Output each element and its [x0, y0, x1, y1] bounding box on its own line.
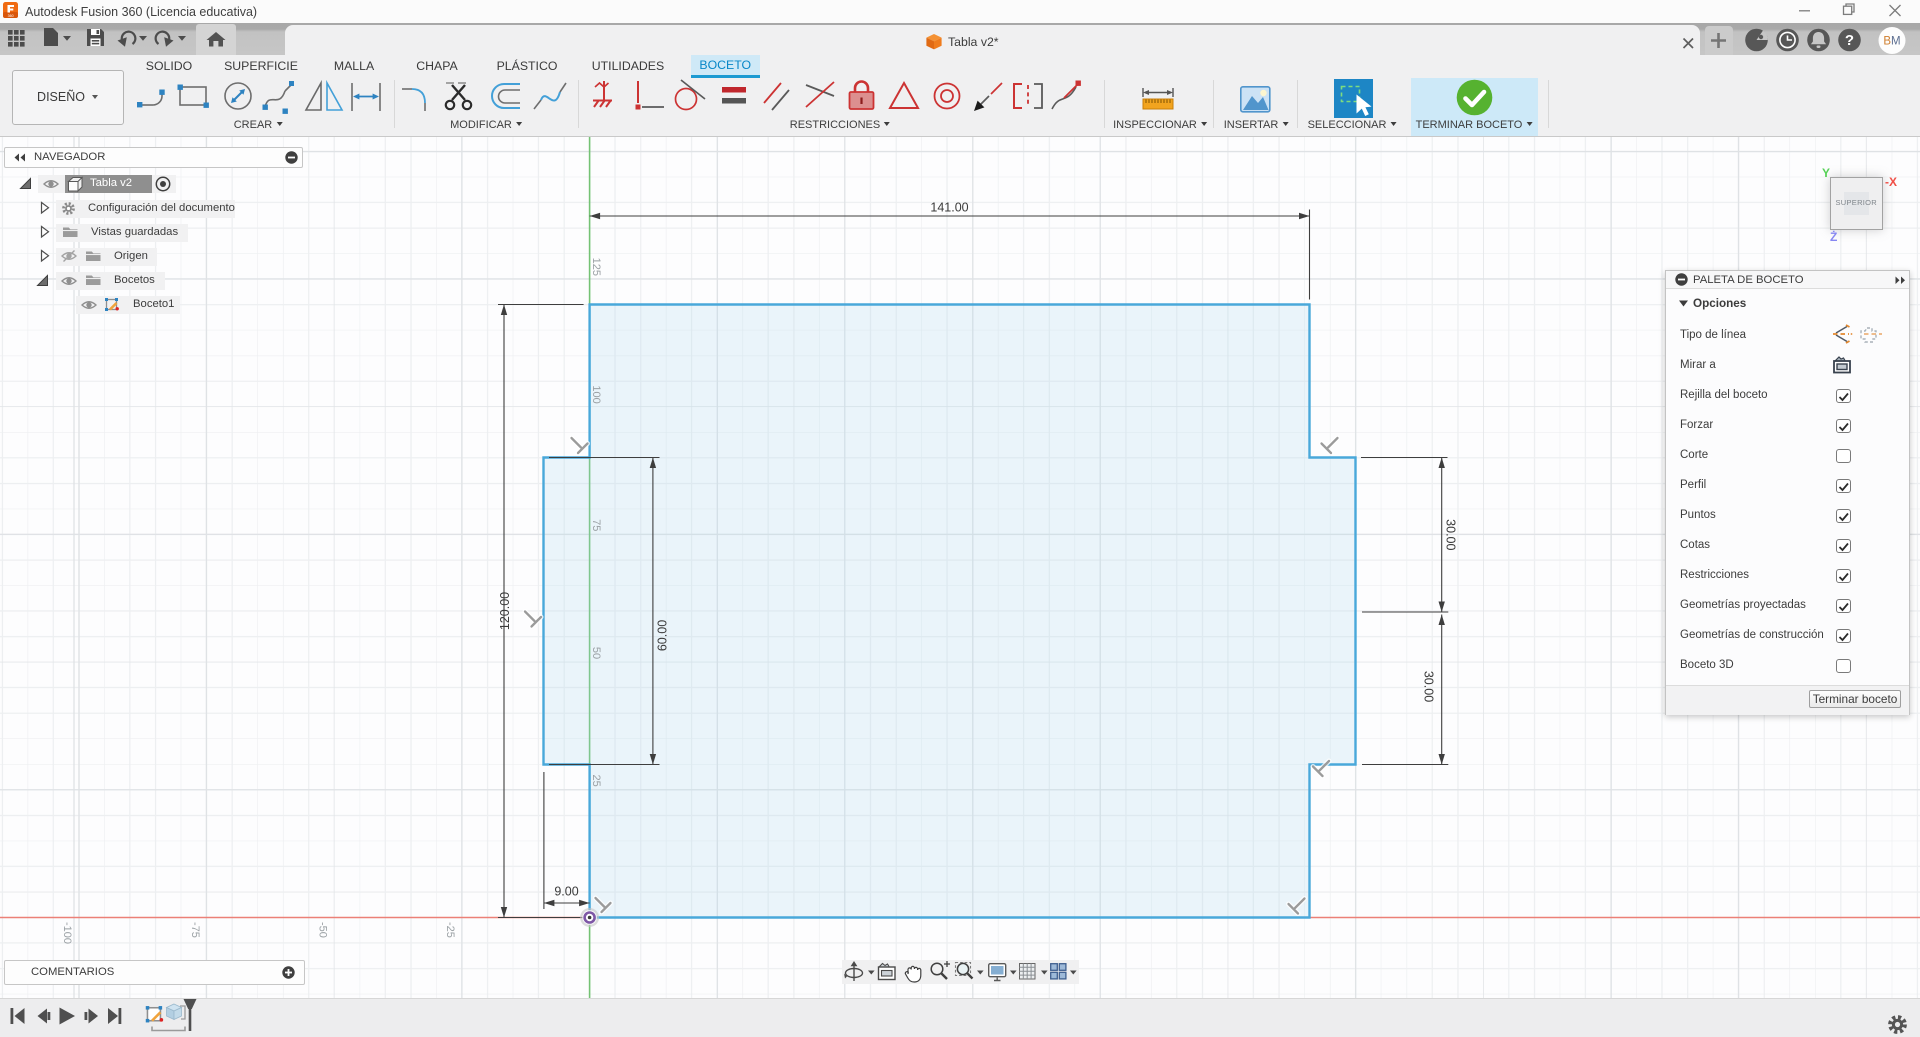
svg-text:141.00: 141.00 [930, 200, 968, 214]
svg-text:9.00: 9.00 [554, 884, 578, 898]
svg-text:-100: -100 [61, 922, 73, 944]
svg-text:30.00: 30.00 [1422, 670, 1436, 701]
svg-text:?: ? [1845, 32, 1854, 49]
svg-text:BM: BM [1883, 36, 1900, 48]
svg-text:-50: -50 [317, 922, 329, 938]
svg-text:125: 125 [590, 257, 602, 275]
svg-text:25: 25 [590, 774, 602, 786]
svg-text:50: 50 [590, 646, 602, 658]
svg-text:100: 100 [590, 385, 602, 403]
svg-text:30.00: 30.00 [1444, 519, 1458, 550]
svg-text:360: 360 [8, 14, 14, 18]
svg-text:75: 75 [590, 519, 602, 531]
svg-text:-25: -25 [444, 922, 456, 938]
svg-text:120.00: 120.00 [498, 591, 512, 629]
svg-text:60.00: 60.00 [656, 619, 670, 650]
svg-text:-75: -75 [189, 922, 201, 938]
